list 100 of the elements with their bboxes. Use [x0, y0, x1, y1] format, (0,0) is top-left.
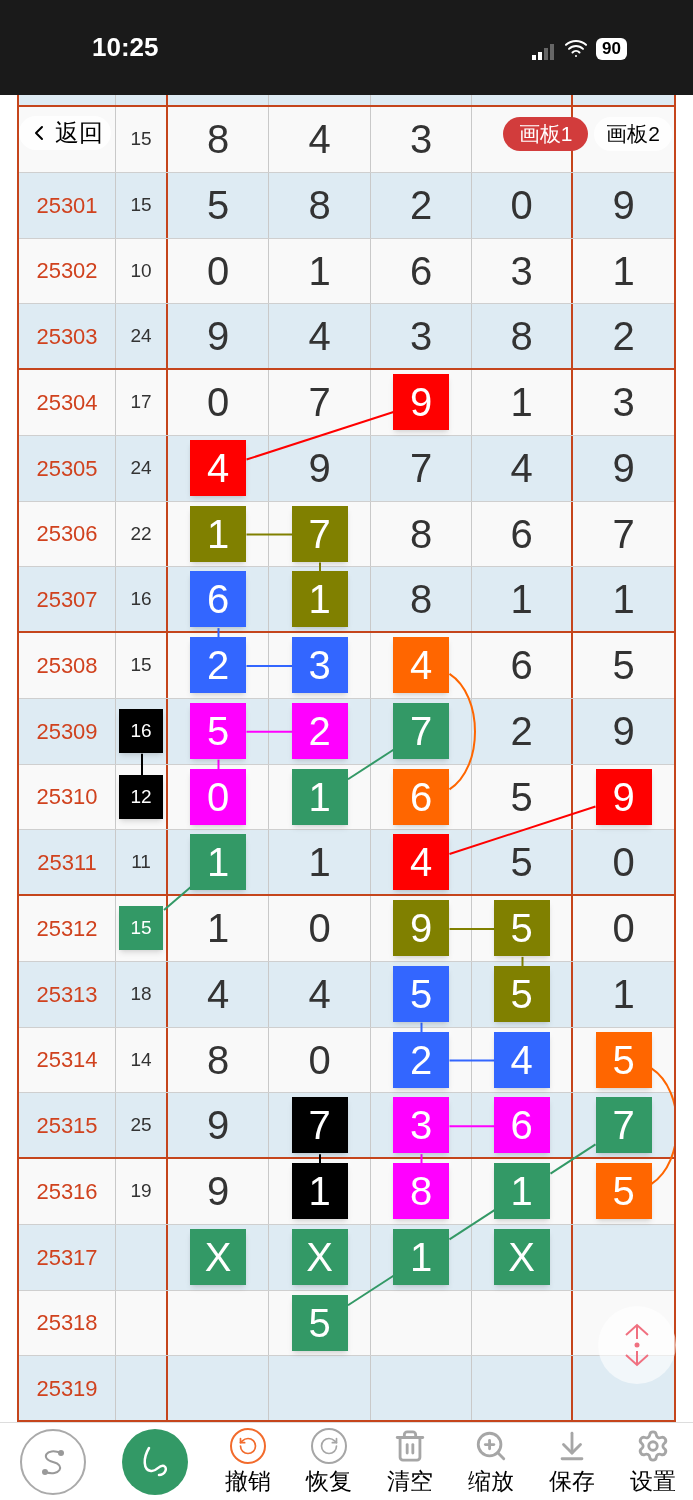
draw-number: 0 [612, 842, 635, 883]
issue-number: 25313 [36, 980, 98, 1009]
draw-number: 9 [612, 185, 635, 226]
draw-number: 8 [409, 579, 433, 620]
board-tab[interactable]: 画板1 [502, 117, 589, 151]
draw-number: 9 [308, 448, 331, 489]
connector-line [448, 1059, 496, 1062]
number-tile: 6 [190, 571, 246, 628]
draw-number: 2 [612, 316, 635, 357]
number-tile: 5 [493, 900, 550, 957]
connector-line [549, 1143, 597, 1175]
issue-number: 25316 [36, 1177, 98, 1206]
connector-line [245, 664, 293, 667]
board-tab[interactable]: 画板2 [594, 117, 672, 151]
sum-number: 18 [130, 981, 152, 1006]
draw-number: 4 [206, 974, 230, 1015]
number-tile: 7 [291, 505, 348, 562]
draw-number: 6 [510, 645, 533, 686]
draw-number: 6 [409, 250, 433, 291]
up-down-arrows-icon [624, 1323, 650, 1367]
draw-number: 3 [510, 250, 533, 291]
draw-number: 0 [206, 382, 230, 423]
signal-icon [532, 43, 557, 60]
draw-number: 1 [510, 579, 533, 620]
number-tile: 3 [393, 1097, 449, 1154]
number-tile: 5 [190, 703, 246, 760]
toolbar-button[interactable]: 保存 [531, 1427, 612, 1496]
sum-tile: 12 [119, 774, 163, 819]
toolbar-button[interactable]: 设置 [612, 1427, 693, 1496]
number-tile: 2 [291, 703, 348, 760]
number-tile: 7 [291, 1097, 348, 1154]
draw-number: 1 [612, 579, 635, 620]
number-tile: 2 [393, 1031, 449, 1088]
issue-number: 25305 [36, 454, 98, 483]
issue-number: 25310 [36, 783, 98, 812]
draw-number: 0 [612, 908, 635, 949]
draw-number: 2 [510, 711, 533, 752]
issue-number: 25303 [36, 322, 98, 351]
number-tile: 9 [595, 768, 652, 825]
sum-number: 24 [130, 323, 152, 348]
sum-number: 19 [130, 1179, 152, 1204]
draw-number: 8 [510, 316, 533, 357]
connector-line [245, 730, 293, 733]
sum-number: 15 [130, 192, 152, 217]
issue-number: 25318 [36, 1309, 98, 1338]
number-tile: 1 [190, 505, 246, 562]
draw-number: 1 [308, 842, 331, 883]
draw-number: 8 [206, 119, 230, 160]
number-tile: 1 [291, 768, 348, 825]
number-tile: 4 [393, 834, 449, 891]
sum-number: 16 [130, 586, 152, 611]
draw-number: 7 [308, 382, 331, 423]
draw-number: 9 [612, 711, 635, 752]
issue-number: 25306 [36, 520, 98, 549]
draw-number: 0 [308, 908, 331, 949]
issue-number: 25312 [36, 914, 98, 943]
number-tile: 1 [190, 834, 246, 891]
draw-number: 9 [612, 448, 635, 489]
toolbar-button[interactable]: 清空 [369, 1427, 450, 1496]
number-tile: 5 [393, 966, 449, 1023]
sum-number: 22 [130, 521, 152, 546]
draw-number: 2 [409, 185, 433, 226]
back-button[interactable]: 返回 [19, 116, 111, 150]
draw-number: 8 [206, 1039, 230, 1080]
number-tile: 4 [493, 1031, 550, 1088]
toolbar-button[interactable]: 缩放 [450, 1427, 531, 1496]
battery-level: 90 [596, 37, 627, 60]
sum-number: 17 [130, 390, 152, 415]
draw-number: 3 [612, 382, 635, 423]
number-tile: 7 [393, 703, 449, 760]
connector-line [217, 758, 220, 771]
number-tile: 9 [393, 900, 449, 957]
clock-time: 10:25 [92, 31, 159, 64]
issue-number: 25309 [36, 717, 98, 746]
toolbar-button[interactable]: 撤销 [207, 1427, 288, 1496]
draw-number: 8 [409, 513, 433, 554]
number-tile: 0 [190, 768, 246, 825]
connector-line [319, 1153, 321, 1165]
number-tile: 8 [393, 1163, 449, 1220]
sum-number: 10 [130, 258, 152, 283]
issue-number: 25304 [36, 388, 98, 417]
draw-number: 7 [409, 448, 433, 489]
toolbar-button[interactable]: 恢复 [288, 1427, 369, 1496]
draw-number: 4 [308, 119, 331, 160]
issue-number: 25311 [37, 848, 97, 877]
number-tile: 6 [393, 768, 449, 825]
sum-number: 25 [130, 1112, 152, 1137]
draw-number: 5 [612, 645, 635, 686]
connector-line [448, 927, 496, 930]
connector-line [420, 1021, 423, 1034]
draw-number: 0 [510, 185, 533, 226]
sum-number: 11 [131, 849, 151, 874]
number-tile: 5 [595, 1031, 652, 1088]
number-tile: 4 [393, 637, 449, 694]
draw-number: 4 [510, 448, 533, 489]
sum-number: 15 [130, 127, 152, 152]
draw-number: 5 [510, 842, 533, 883]
connector-line [163, 886, 192, 911]
connector-line [347, 748, 395, 781]
connector-line [420, 1153, 423, 1165]
